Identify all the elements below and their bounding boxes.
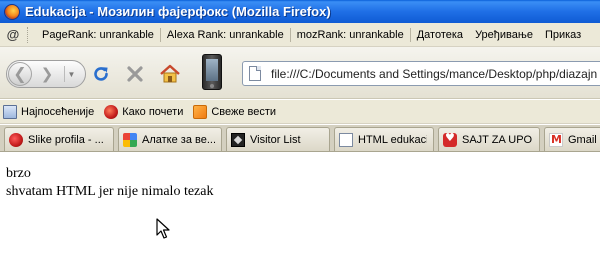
toolbar-grip[interactable] [27, 26, 30, 43]
bookmarks-toolbar: Најпосећеније Како почети Свеже вести [0, 100, 600, 124]
bookmark-icon [3, 104, 17, 119]
tab-label: Slike profila - ... [28, 133, 104, 146]
device-key [210, 84, 214, 88]
at-sign-icon[interactable]: @ [5, 27, 21, 43]
bookmark-getting-started[interactable]: Како почети [104, 104, 184, 119]
firefox-icon[interactable] [4, 3, 20, 20]
tab-label: SAJT ZA UPO... [462, 133, 533, 146]
tab-label: HTML edukacija [358, 133, 427, 146]
alexa-rank-item[interactable]: Alexa Rank: unrankable [161, 29, 290, 41]
tab-label: Gmail [568, 133, 597, 146]
tab-visitor-list[interactable]: Visitor List [226, 127, 330, 151]
tab-label: Алатке за ве... [142, 133, 215, 146]
navigation-toolbar: ❮ ❯ ▼ file:///C:/Documents and Settings/… [0, 47, 600, 99]
getting-started-icon [104, 104, 119, 119]
menu-view[interactable]: Приказ [539, 29, 587, 41]
menu-edit[interactable]: Уређивање [469, 29, 539, 41]
page-icon [339, 132, 353, 147]
tab-alatke[interactable]: Алатке за ве... [118, 127, 222, 151]
reload-icon [94, 67, 108, 81]
content-line: brzo [6, 166, 31, 181]
url-text[interactable]: file:///C:/Documents and Settings/mance/… [271, 67, 600, 81]
device-screen [206, 59, 218, 81]
window-title: Edukacija - Мозилин фајерфокс (Mozilla F… [25, 4, 331, 19]
chevron-down-icon: ▼ [67, 69, 76, 79]
rss-icon [193, 104, 208, 119]
reload-button[interactable] [90, 63, 112, 85]
tab-gmail[interactable]: Gmail [544, 127, 600, 151]
red-flower-icon [9, 132, 23, 147]
gmail-icon [549, 132, 563, 147]
home-button[interactable] [158, 63, 182, 85]
film-icon [231, 132, 245, 147]
stop-icon [127, 66, 143, 82]
mouse-cursor-icon [156, 218, 170, 239]
mobile-device-icon[interactable] [202, 54, 222, 90]
forward-arrow-icon: ❯ [40, 66, 54, 83]
page-content: brzo shvatam HTML jer nije nimalo tezak [0, 153, 600, 262]
home-icon [160, 64, 180, 83]
google-icon [123, 132, 137, 147]
mozrank-item[interactable]: mozRank: unrankable [291, 29, 410, 41]
tab-strip: Slike profila - ... Алатке за ве... Visi… [0, 125, 600, 152]
rank-toolbar: @ PageRank: unrankable Alexa Rank: unran… [0, 23, 600, 47]
tab-slike-profila[interactable]: Slike profila - ... [4, 127, 114, 151]
tab-sajt-za-upo[interactable]: SAJT ZA UPO... [438, 127, 540, 151]
window-titlebar: Edukacija - Мозилин фајерфокс (Mozilla F… [0, 0, 600, 23]
history-dropdown[interactable]: ▼ [64, 66, 78, 82]
menu-file[interactable]: Датотека [411, 29, 469, 41]
bookmark-most-visited[interactable]: Најпосећеније [3, 104, 95, 119]
forward-button[interactable]: ❯ [36, 63, 58, 85]
page-icon [249, 66, 261, 81]
stop-button[interactable] [124, 63, 146, 85]
back-arrow-icon: ❮ [13, 66, 27, 83]
content-line: shvatam HTML jer nije nimalo tezak [6, 184, 214, 199]
bookmark-label: Како почети [122, 105, 184, 118]
bookmark-latest-headlines[interactable]: Свеже вести [193, 104, 277, 119]
tab-html-edukacija[interactable]: HTML edukacija [334, 127, 434, 151]
bookmark-label: Свеже вести [211, 105, 277, 118]
bookmark-label: Најпосећеније [21, 105, 95, 118]
heart-icon [443, 131, 457, 147]
back-button[interactable]: ❮ [8, 62, 32, 86]
pagerank-item[interactable]: PageRank: unrankable [36, 29, 160, 41]
address-bar[interactable]: file:///C:/Documents and Settings/mance/… [242, 61, 600, 86]
tab-label: Visitor List [250, 133, 301, 146]
